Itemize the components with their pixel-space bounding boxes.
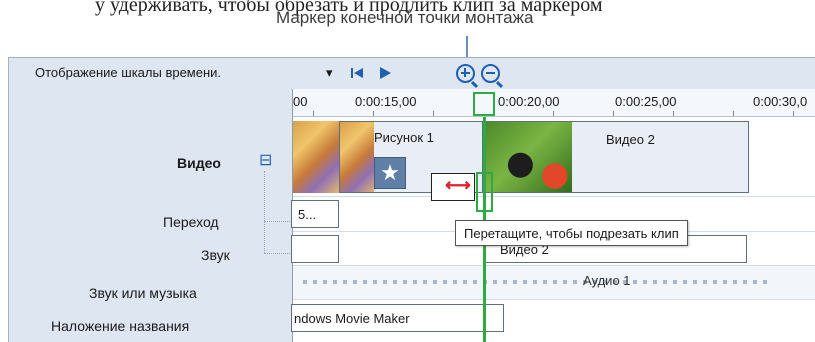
track-label-transition: Переход bbox=[163, 214, 219, 230]
video-track: Рисунок 1 ★ Видео 2 bbox=[293, 117, 815, 197]
title-overlay-track: ndows Movie Maker bbox=[291, 300, 815, 342]
ruler-tick-label: 0:00:30,0 bbox=[753, 94, 808, 109]
instruction-header: у удерживать, чтобы обрезать и продлить … bbox=[0, 0, 815, 66]
clip-thumbnail bbox=[340, 122, 374, 192]
ruler-tick bbox=[733, 111, 734, 116]
zoom-in-icon[interactable] bbox=[455, 63, 478, 88]
timeline-toolbar: Отображение шкалы времени. ▾ bbox=[9, 58, 815, 89]
clip-label: Рисунок 1 bbox=[374, 130, 434, 145]
clip-label: Аудио 1 bbox=[583, 273, 631, 288]
clip-video-2[interactable]: Видео 2 bbox=[485, 121, 749, 193]
timeline-view-dropdown[interactable]: Отображение шкалы времени. bbox=[35, 65, 221, 80]
ruler-tick-label: 0:00:20,00 bbox=[498, 94, 560, 109]
ruler-tick bbox=[313, 111, 314, 116]
zoom-out-icon[interactable] bbox=[480, 63, 503, 88]
audio-1-clip[interactable]: Аудио 1 bbox=[293, 272, 815, 292]
clip-thumbnail bbox=[486, 122, 572, 192]
ruler-tick bbox=[433, 111, 434, 116]
track-label-audio: Звук bbox=[201, 247, 230, 263]
audio-waveform bbox=[303, 280, 773, 284]
timeline-area[interactable]: 00 0:00:15,00 0:00:20,00 0:00:25,00 0:00… bbox=[291, 89, 815, 342]
ruler-tick bbox=[793, 111, 794, 116]
ruler-tick-label: 0:00:15,00 bbox=[355, 94, 417, 109]
ruler-tick bbox=[373, 111, 374, 116]
track-label-title-overlay: Наложение названия bbox=[51, 318, 190, 334]
tree-connector bbox=[264, 171, 265, 253]
end-marker-callout: Маркер конечной точки монтажа bbox=[276, 8, 534, 27]
track-label-music: Звук или музыка bbox=[89, 285, 197, 301]
tree-connector bbox=[264, 253, 292, 254]
music-track: Аудио 1 bbox=[293, 266, 815, 300]
ruler-tick bbox=[673, 111, 674, 116]
clip-thumbnail bbox=[293, 121, 339, 193]
time-ruler[interactable]: 00 0:00:15,00 0:00:20,00 0:00:25,00 0:00… bbox=[293, 89, 815, 117]
collapse-icon[interactable]: ⊟ bbox=[259, 150, 272, 170]
trim-marker-box[interactable] bbox=[476, 172, 493, 212]
ruler-tick-label: 0:00:25,00 bbox=[615, 94, 677, 109]
transition-clip[interactable]: 5... bbox=[291, 200, 339, 228]
clip-label: Видео 2 bbox=[606, 132, 655, 147]
clip-label: ndows Movie Maker bbox=[294, 311, 410, 326]
tree-connector bbox=[264, 221, 292, 222]
star-icon: ★ bbox=[374, 157, 406, 189]
clip-label: 5... bbox=[298, 207, 317, 222]
trim-tooltip: Перетащите, чтобы подрезать клип bbox=[455, 220, 688, 246]
track-labels: Видео ⊟ Переход Звук Звук или музыка Нал… bbox=[9, 89, 292, 342]
ruler-tick bbox=[613, 111, 614, 116]
audio-clip-prev[interactable] bbox=[291, 235, 339, 263]
end-trim-marker-handle[interactable] bbox=[473, 92, 495, 116]
rewind-icon[interactable] bbox=[347, 63, 367, 83]
trim-resize-arrow-icon: ⟷ bbox=[445, 175, 471, 195]
ruler-tick-label: 00 bbox=[293, 94, 308, 109]
play-icon[interactable] bbox=[375, 63, 395, 83]
title-overlay-clip[interactable]: ndows Movie Maker bbox=[291, 304, 504, 332]
ruler-tick bbox=[553, 111, 554, 116]
clip-flowers[interactable] bbox=[293, 121, 339, 193]
chevron-down-icon[interactable]: ▾ bbox=[326, 65, 333, 81]
timeline-panel: Отображение шкалы времени. ▾ Видео ⊟ Пер… bbox=[8, 57, 815, 342]
track-label-video: Видео bbox=[177, 155, 221, 171]
